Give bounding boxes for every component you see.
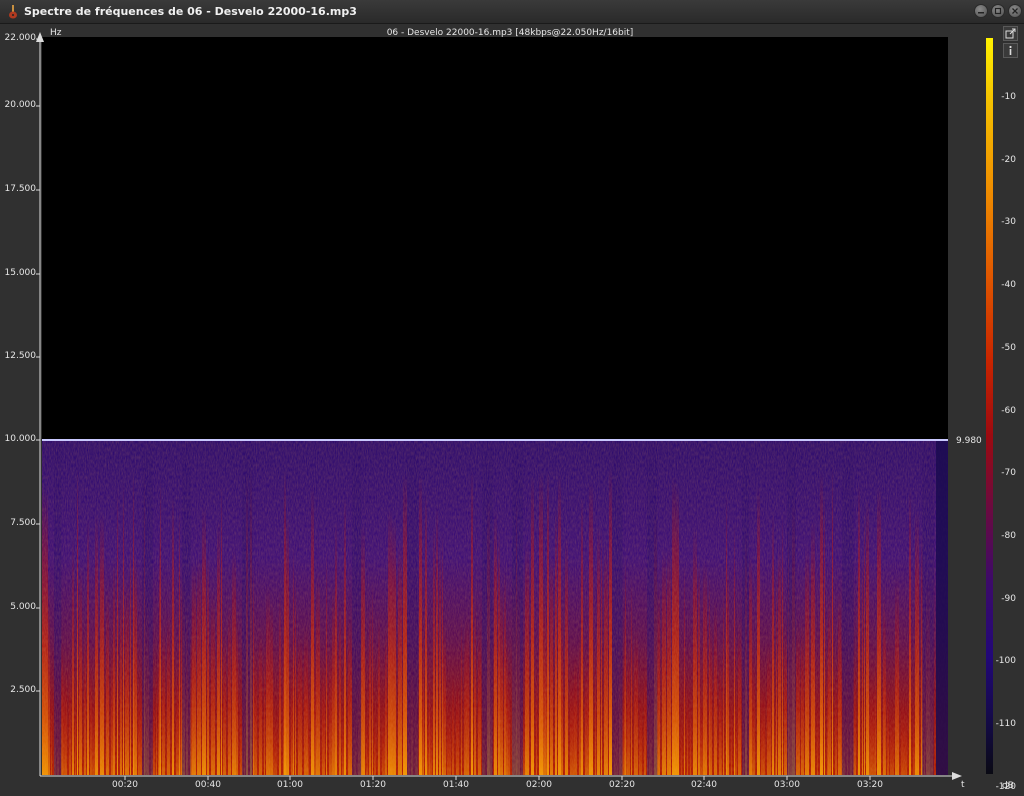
close-button[interactable]: [1008, 4, 1022, 18]
axes: [36, 32, 962, 780]
x-tick-label: 00:40: [195, 780, 221, 790]
db-colorbar: [986, 38, 993, 774]
y-tick-label: 10.000: [4, 434, 37, 444]
x-tick-label: 02:00: [526, 780, 552, 790]
window-title: Spectre de fréquences de 06 - Desvelo 22…: [24, 5, 357, 18]
y-tick-label: 20.000: [4, 100, 37, 110]
colorbar-unit: dB: [1002, 781, 1014, 791]
colorbar-tick-label: -100: [995, 656, 1016, 667]
x-tick-label: 02:40: [691, 780, 717, 790]
x-tick-label: 02:20: [609, 780, 635, 790]
y-tick-label: 12.500: [4, 351, 37, 361]
x-tick-label: 03:20: [857, 780, 883, 790]
colorbar-tick-label: -10: [1001, 92, 1016, 102]
external-link-icon: [1005, 28, 1016, 39]
guitar-icon: [9, 5, 17, 19]
close-icon: [1012, 8, 1018, 14]
export-button[interactable]: [1003, 26, 1018, 41]
x-tick-label: 01:00: [277, 780, 303, 790]
y-tick-label: 22.000: [4, 33, 37, 43]
x-tick-label: 00:20: [112, 780, 138, 790]
x-tick-label: 03:00: [774, 780, 800, 790]
colorbar-tick-label: -90: [1001, 593, 1016, 604]
maximize-icon: [994, 7, 1002, 15]
colorbar-tick-label: -30: [1001, 217, 1016, 228]
y-tick-label: 2.500: [10, 685, 36, 695]
y-tick-label: 5.000: [10, 602, 36, 612]
y-axis-unit: Hz: [50, 28, 62, 38]
y-tick-label: 17.500: [4, 184, 37, 194]
colorbar-tick-label: -60: [1001, 405, 1016, 416]
y-tick-label: 7.500: [10, 518, 36, 528]
colorbar-tick-label: -20: [1001, 154, 1016, 165]
info-button[interactable]: [1003, 43, 1018, 58]
x-tick-label: 01:40: [443, 780, 469, 790]
minimize-button[interactable]: [974, 4, 988, 18]
colorbar-tick-label: -50: [1001, 342, 1016, 353]
x-axis-unit: t: [961, 780, 965, 790]
info-icon: [1009, 45, 1012, 55]
minimize-icon: [978, 12, 984, 14]
maximize-button[interactable]: [991, 4, 1005, 18]
x-tick-label: 01:20: [360, 780, 386, 790]
title-bar: Spectre de fréquences de 06 - Desvelo 22…: [0, 0, 1024, 24]
colorbar-tick-label: -110: [995, 719, 1016, 729]
y-axis-arrow: [36, 32, 44, 42]
colorbar-tick-label: -80: [1001, 530, 1016, 541]
x-axis-arrow: [952, 772, 962, 780]
colorbar-tick-label: -70: [1001, 468, 1016, 479]
y-tick-label: 15.000: [4, 268, 37, 278]
colorbar-tick-label: -40: [1001, 280, 1016, 291]
